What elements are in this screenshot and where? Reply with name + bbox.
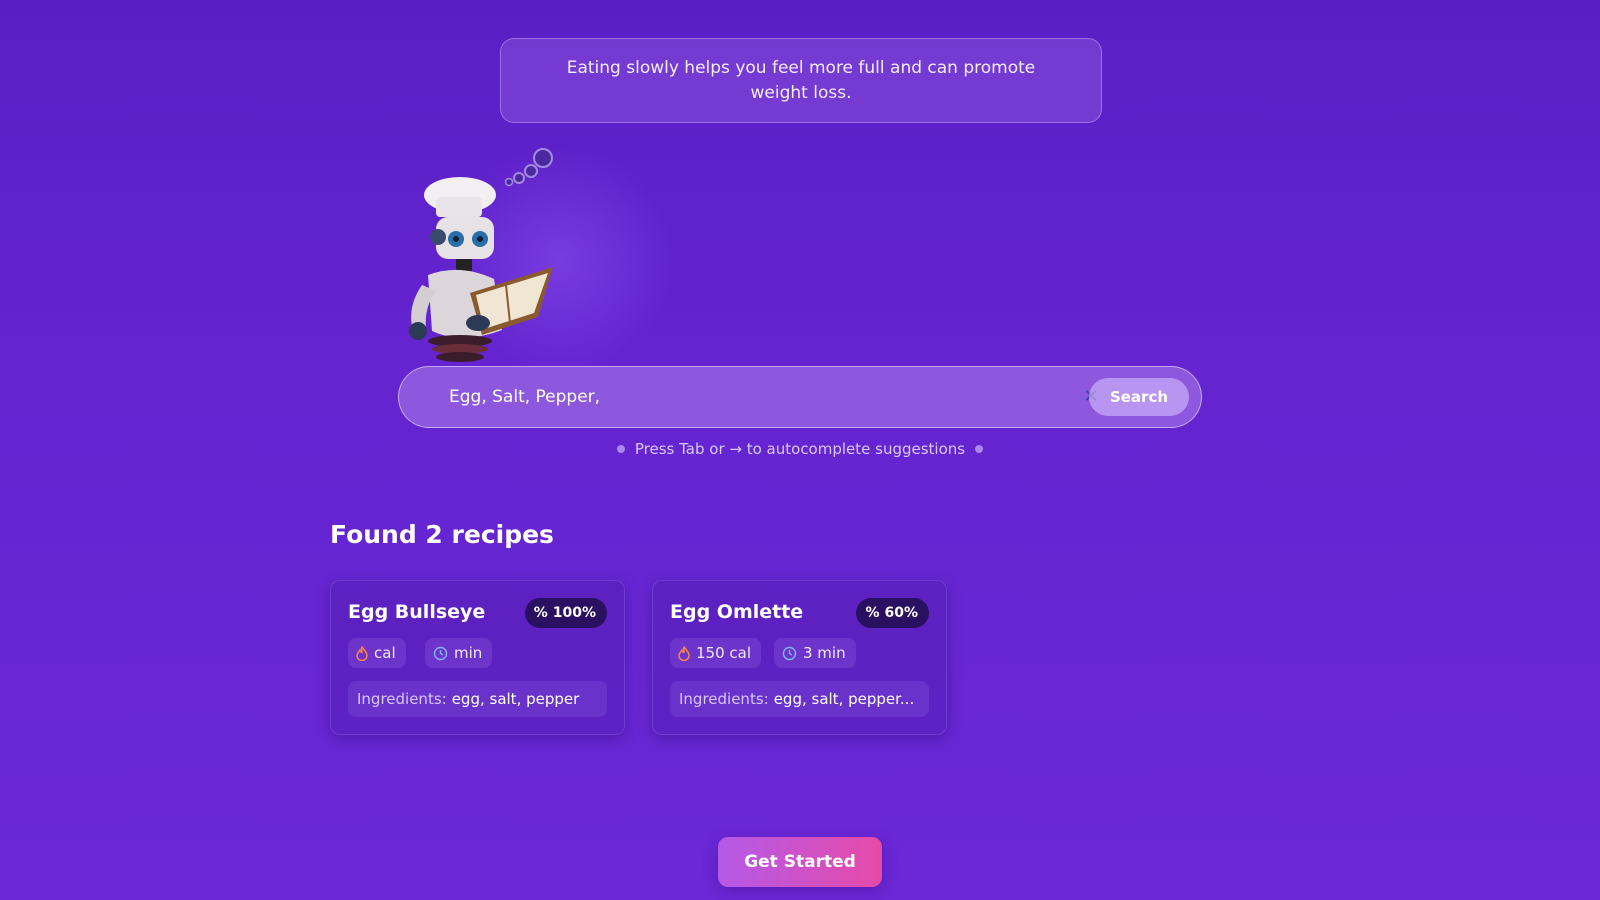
- time-chip: 3 min: [774, 638, 856, 668]
- ingredients-label: Ingredients:: [357, 690, 447, 708]
- time-chip: min: [425, 638, 493, 668]
- search-button[interactable]: Search: [1089, 378, 1189, 416]
- tip-text: Eating slowly helps you feel more full a…: [566, 57, 1036, 103]
- flame-icon: [356, 645, 368, 661]
- chef-robot-illustration: [398, 145, 578, 367]
- match-badge: % 60%: [856, 598, 929, 628]
- match-badge: % 100%: [524, 598, 607, 628]
- flame-icon: [678, 645, 690, 661]
- hint-dot-left: [616, 445, 625, 453]
- ingredients-box: Ingredients: egg, salt, pepper: [348, 681, 607, 717]
- ingredients-box: Ingredients: egg, salt, pepper...: [670, 681, 929, 717]
- calories-chip: 150 cal: [670, 638, 762, 668]
- recipe-card[interactable]: Egg Bullseye % 100% cal min Ingredients:…: [330, 580, 625, 735]
- ingredient-search-bar: ✕ Search: [398, 366, 1202, 428]
- percent-icon: %: [533, 605, 548, 621]
- match-value: 60%: [884, 605, 918, 621]
- time-value: min: [454, 644, 483, 662]
- clock-icon: [782, 646, 797, 660]
- autocomplete-hint-text: Press Tab or → to autocomplete suggestio…: [634, 440, 966, 458]
- match-value: 100%: [552, 605, 596, 621]
- calories-value: 150 cal: [696, 644, 752, 662]
- time-value: 3 min: [803, 644, 846, 662]
- calories-chip: cal: [348, 638, 406, 668]
- results-title: Found 2 recipes: [330, 520, 554, 549]
- tip-banner: Eating slowly helps you feel more full a…: [500, 38, 1102, 123]
- ingredients-label: Ingredients:: [679, 690, 769, 708]
- autocomplete-hint: Press Tab or → to autocomplete suggestio…: [0, 440, 1600, 458]
- percent-icon: %: [865, 605, 880, 621]
- clock-icon: [433, 646, 448, 660]
- recipe-title: Egg Omlette: [670, 601, 804, 623]
- ingredients-value: egg, salt, pepper: [451, 690, 580, 708]
- recipe-title: Egg Bullseye: [348, 601, 486, 623]
- get-started-button[interactable]: Get Started: [718, 837, 882, 887]
- recipe-card[interactable]: Egg Omlette % 60% 150 cal 3 min Ingredie…: [652, 580, 947, 735]
- calories-value: cal: [374, 644, 396, 662]
- hint-dot-right: [975, 445, 984, 453]
- ingredients-value: egg, salt, pepper...: [773, 690, 915, 708]
